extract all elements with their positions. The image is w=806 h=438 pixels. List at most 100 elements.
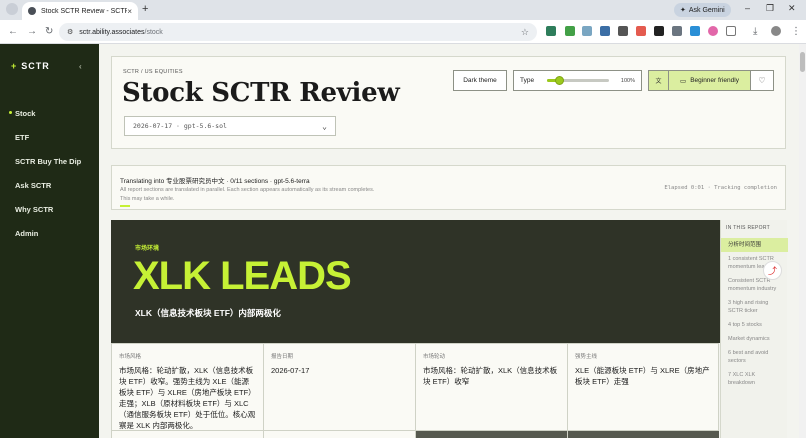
sidebar-item-admin[interactable]: Admin [0, 221, 99, 245]
summary-cell: 强势主线 XLE（能源板块 ETF）与 XLRE（房地产板块 ETF）走强 [567, 343, 719, 431]
pdf-export-icon[interactable]: ⤴ [763, 261, 782, 280]
sidebar-item-etf[interactable]: ETF [0, 125, 99, 149]
heart-icon: ♡ [758, 76, 766, 85]
breadcrumb: SCTR / US EQUITIES [123, 69, 183, 75]
site-info-icon[interactable]: ⚙ [67, 28, 73, 36]
type-size-value: 100% [620, 77, 635, 84]
dark-theme-button[interactable]: Dark theme [453, 70, 507, 91]
favorite-heart-button[interactable]: ♡ [751, 71, 773, 90]
summary-cell-value: 2026-07-17 [271, 366, 310, 375]
browser-tab-bar: Stock SCTR Review - SCTR × + ✦ Ask Gemin… [0, 0, 806, 20]
brand-plus-icon: + [11, 61, 18, 71]
toc-item[interactable]: 6 best and avoid sectors [721, 346, 788, 368]
sidebar-item-label: Stock [15, 108, 36, 118]
toc-item[interactable]: 4 top 5 stocks [721, 318, 788, 332]
toc-heading: IN THIS REPORT [726, 225, 771, 231]
extension-icon[interactable] [546, 26, 556, 36]
address-bar[interactable]: ⚙ sctr.ability.associates/stock ☆ [59, 23, 537, 41]
brand-name: SCTR [21, 61, 50, 71]
summary-grid: 市场风格 市场风格：轮动扩散，XLK（信息技术板块 ETF）收窄。强势主线为 X… [111, 343, 720, 438]
sidebar-item-ask-sctr[interactable]: Ask SCTR [0, 173, 99, 197]
ask-gemini-label: Ask Gemini [688, 6, 725, 14]
shield-extension-icon[interactable] [565, 26, 575, 36]
tab-close-icon[interactable]: × [127, 7, 132, 16]
summary-cell [567, 431, 719, 438]
site-favicon-icon [28, 7, 36, 15]
translation-description: All report sections are translated in pa… [120, 187, 375, 202]
ask-gemini-button[interactable]: ✦ Ask Gemini [674, 3, 731, 17]
translation-status: Translating into 专业股票研究员中文 · 0/11 sectio… [111, 165, 786, 210]
summary-cell-value: 市场风格：轮动扩散，XLK（信息技术板块 ETF）收窄 [423, 366, 558, 386]
summary-cell-label: 市场轮动 [423, 354, 446, 360]
tab-search-icon[interactable] [6, 3, 18, 15]
app-sidebar: + SCTR ‹ Stock ETF SCTR Buy The Dip Ask S… [0, 44, 99, 438]
summary-cell-value: 市场风格：轮动扩散，XLK（信息技术板块 ETF）收窄。强势主线为 XLE（能源… [119, 366, 256, 430]
summary-cell-label: 强势主线 [575, 354, 598, 360]
report-header: SCTR / US EQUITIES Stock SCTR Review 202… [111, 56, 786, 149]
extension-icon[interactable] [582, 26, 592, 36]
browser-tab[interactable]: Stock SCTR Review - SCTR × [22, 2, 138, 20]
browser-menu-icon[interactable]: ⋮ [791, 26, 801, 37]
toc-item[interactable]: Market dynamics [721, 332, 788, 346]
brand-logo[interactable]: + SCTR [11, 61, 50, 71]
summary-cell [415, 431, 567, 438]
report-select-value: 2026-07-17 · gpt-5.6-sol [133, 122, 227, 130]
book-icon: ▭ [680, 77, 687, 85]
sidebar-collapse-icon[interactable]: ‹ [79, 62, 82, 71]
gemini-sparkle-icon: ✦ [680, 7, 686, 14]
translation-title: Translating into 专业股票研究员中文 · 0/11 sectio… [120, 178, 310, 185]
page-scrollbar[interactable] [799, 44, 806, 438]
bookmark-star-icon[interactable]: ☆ [521, 27, 529, 38]
sidebar-item-stock[interactable]: Stock [0, 101, 99, 125]
toc-item[interactable]: 7 XLC XLK breakdown [721, 368, 788, 390]
new-tab-button[interactable]: + [142, 3, 148, 15]
pdf-extension-icon[interactable] [636, 26, 646, 36]
browser-toolbar: ← → ↻ ⚙ sctr.ability.associates/stock ☆ … [0, 20, 806, 44]
sidebar-item-sctr-buy-the-dip[interactable]: SCTR Buy The Dip [0, 149, 99, 173]
extension-icon[interactable] [708, 26, 718, 36]
back-arrow-icon[interactable]: ← [8, 26, 18, 37]
new-extension-icon[interactable] [690, 26, 700, 36]
language-mode-button[interactable]: 文 [649, 71, 669, 90]
beginner-friendly-label: Beginner friendly [690, 77, 739, 84]
window-minimize-button[interactable]: – [745, 3, 750, 13]
tab-title: Stock SCTR Review - SCTR [41, 7, 128, 15]
translation-progress-bar [120, 205, 130, 207]
toc-item[interactable]: 分析时间范围 [721, 238, 788, 252]
extension-icon[interactable] [672, 26, 682, 36]
extension-icon[interactable] [654, 26, 664, 36]
market-hero: 市场环境 XLK LEADS XLK（信息技术板块 ETF）内部两极化 [111, 220, 720, 343]
window-maximize-button[interactable]: ❐ [766, 3, 774, 14]
summary-cell: 市场轮动 市场风格：轮动扩散，XLK（信息技术板块 ETF）收窄 [415, 343, 567, 431]
type-size-slider[interactable] [547, 76, 610, 85]
extension-icon[interactable] [600, 26, 610, 36]
summary-grid-next-row [111, 431, 720, 438]
sidebar-item-label: SCTR Buy The Dip [15, 156, 82, 166]
page-title: Stock SCTR Review [122, 78, 400, 108]
translation-elapsed: Elapsed 0:01 · Tracking completion [664, 185, 777, 191]
report-select[interactable]: 2026-07-17 · gpt-5.6-sol ⌄ [124, 116, 336, 136]
beginner-friendly-button[interactable]: ▭ Beginner friendly [669, 71, 751, 90]
summary-cell-label: 报告日期 [271, 354, 294, 360]
translate-icon: 文 [655, 79, 662, 85]
reload-icon[interactable]: ↻ [45, 26, 53, 37]
extensions-puzzle-icon[interactable] [726, 26, 736, 36]
sidebar-item-why-sctr[interactable]: Why SCTR [0, 197, 99, 221]
hero-title: XLK LEADS [133, 254, 352, 298]
summary-cell-value: XLE（能源板块 ETF）与 XLRE（房地产板块 ETF）走强 [575, 366, 710, 386]
type-label: Type [520, 77, 535, 84]
download-icon[interactable]: ⤓ [753, 26, 757, 37]
url-path: /stock [144, 28, 163, 36]
report-toc: IN THIS REPORT 分析时间范围 1 consistent SCTR … [720, 220, 788, 438]
hero-subtitle: XLK（信息技术板块 ETF）内部两极化 [135, 308, 281, 318]
document-extension-icon[interactable] [618, 26, 628, 36]
forward-arrow-icon[interactable]: → [27, 26, 37, 37]
type-size-control: Type 100% [513, 70, 642, 91]
type-slider-knob[interactable] [555, 76, 565, 85]
toc-item[interactable]: 3 high and rising SCTR ticker [721, 296, 788, 318]
sidebar-nav: Stock ETF SCTR Buy The Dip Ask SCTR Why … [0, 101, 99, 245]
scrollbar-thumb[interactable] [800, 52, 805, 72]
sidebar-item-label: Ask SCTR [15, 180, 52, 190]
window-close-button[interactable]: ✕ [788, 3, 796, 14]
profile-avatar-icon[interactable] [771, 26, 781, 36]
